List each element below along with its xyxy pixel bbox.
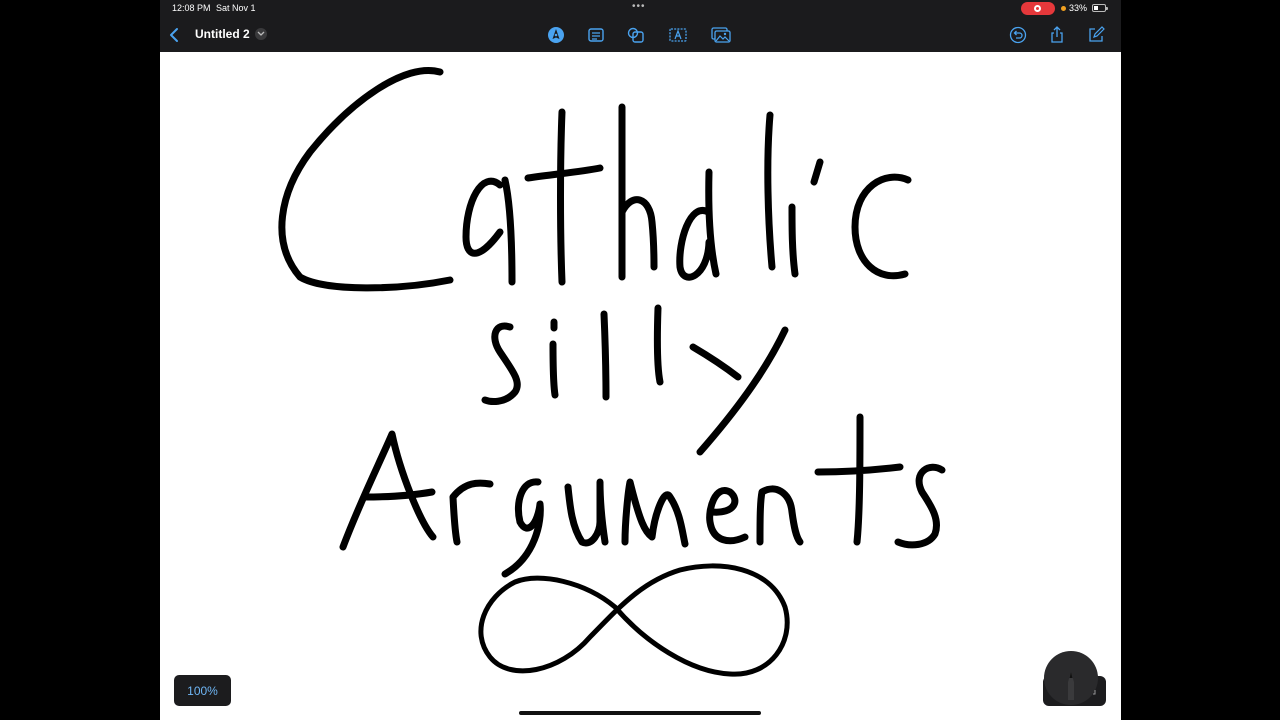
document-title[interactable]: Untitled 2 — [195, 27, 250, 41]
shapes-button[interactable] — [626, 25, 646, 45]
record-icon — [1034, 5, 1041, 12]
ipad-screen: 12:08 PM Sat Nov 1 ••• 33% Untitled 2 10… — [160, 0, 1121, 720]
undo-button[interactable] — [1008, 25, 1028, 45]
infinity-symbol-drawing — [478, 563, 790, 677]
status-time: 12:08 PM — [172, 3, 211, 13]
status-bar: 12:08 PM Sat Nov 1 ••• 33% — [160, 0, 1121, 17]
home-indicator[interactable] — [519, 711, 761, 715]
text-icon — [669, 28, 687, 42]
text-button[interactable] — [668, 25, 688, 45]
title-menu-button[interactable] — [255, 28, 267, 40]
photo-button[interactable] — [711, 25, 731, 45]
undo-icon — [1009, 26, 1027, 44]
shapes-icon — [627, 27, 644, 43]
pen-tool-icon — [548, 27, 564, 43]
compose-icon — [1089, 26, 1105, 42]
handwriting-silly — [481, 304, 789, 456]
screen-recording-indicator[interactable] — [1021, 2, 1055, 15]
chevron-down-icon — [257, 31, 265, 36]
share-icon — [1051, 26, 1063, 43]
photo-icon — [711, 27, 731, 43]
handwriting-arguments — [339, 413, 946, 578]
compose-button[interactable] — [1086, 25, 1106, 45]
multitasking-dots-icon[interactable]: ••• — [632, 1, 646, 12]
status-date: Sat Nov 1 — [216, 3, 256, 13]
pen-tool-button[interactable] — [546, 25, 566, 45]
back-button[interactable] — [164, 25, 184, 45]
drawing-canvas[interactable] — [160, 52, 1121, 720]
chevron-left-icon — [170, 28, 178, 42]
zoom-level-button[interactable]: 100% — [174, 675, 231, 706]
text-box-icon — [588, 28, 604, 42]
toolbar: Untitled 2 — [160, 17, 1121, 52]
battery-percentage: 33% — [1069, 3, 1088, 13]
pencil-icon — [1043, 651, 1106, 706]
pencil-palette-widget[interactable] — [1043, 650, 1106, 706]
handwriting-catholic — [278, 67, 912, 292]
text-box-button[interactable] — [586, 25, 606, 45]
battery-icon — [1092, 4, 1108, 12]
privacy-indicator-icon — [1061, 6, 1066, 11]
share-button[interactable] — [1047, 25, 1067, 45]
handwritten-drawing[interactable] — [160, 52, 1121, 720]
